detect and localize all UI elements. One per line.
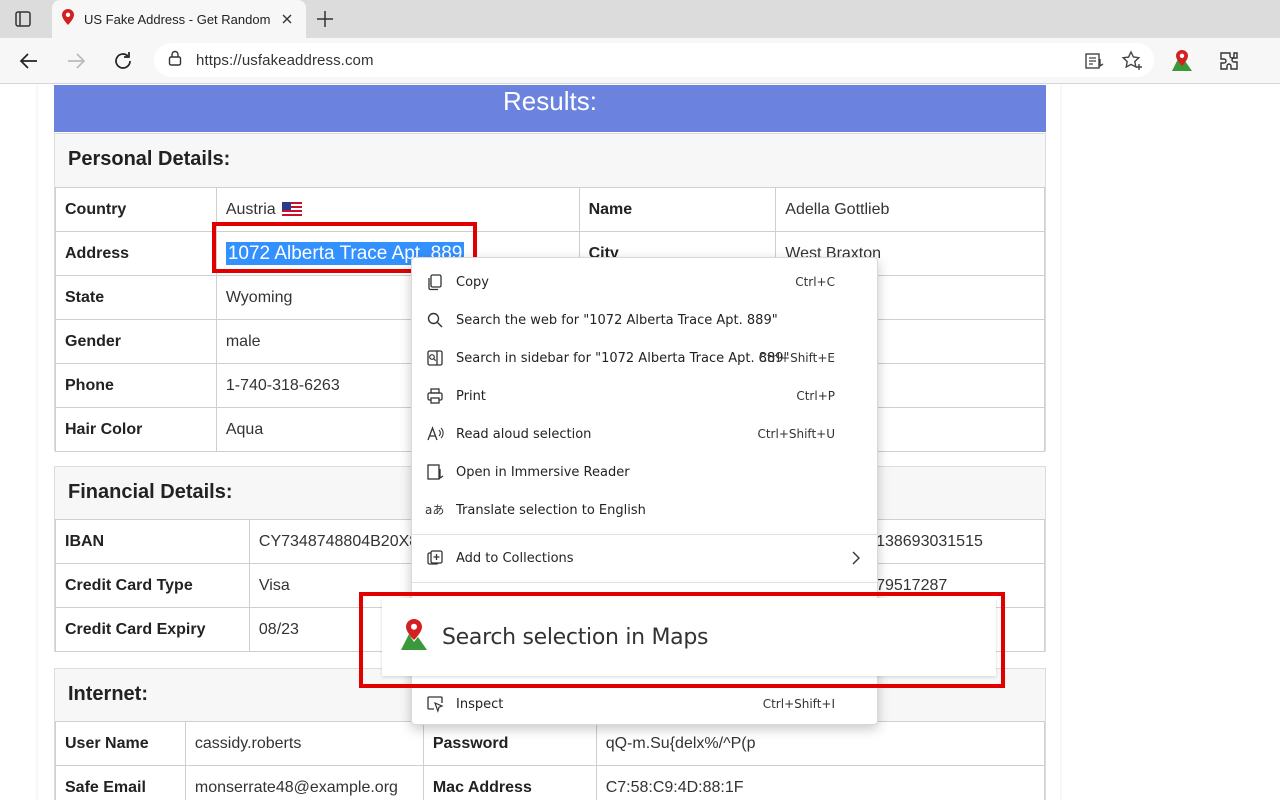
menu-item-read-aloud[interactable]: Read aloud selection Ctrl+Shift+U [412, 416, 877, 452]
credit-card-expiry-label: Credit Card Expiry [55, 607, 250, 652]
maps-pin-icon [400, 618, 428, 657]
browser-tab[interactable]: US Fake Address - Get Random Address [52, 0, 306, 38]
user-name-value[interactable]: cassidy.roberts [184, 721, 424, 766]
copy-icon [425, 272, 445, 292]
more-menu-icon[interactable] [1264, 48, 1280, 74]
collections-icon [425, 548, 445, 568]
favorites-icon[interactable] [1119, 48, 1145, 74]
maps-extension-icon[interactable] [1169, 48, 1195, 74]
menu-item-search-web[interactable]: Search the web for "1072 Alberta Trace A… [412, 302, 877, 338]
tab-title: US Fake Address - Get Random Address [84, 11, 272, 27]
country-value[interactable]: Austria [215, 187, 580, 232]
refresh-icon[interactable] [110, 48, 136, 74]
translate-icon: aあ [425, 500, 445, 520]
new-tab-icon[interactable] [314, 8, 336, 30]
iban-label: IBAN [55, 519, 250, 564]
svg-text:aあ: aあ [425, 503, 444, 517]
user-name-label: User Name [55, 721, 186, 766]
table-cell[interactable]: 138693031515 [866, 519, 1045, 564]
password-value[interactable]: qQ-m.Su{delx%/^P(p [595, 721, 1046, 766]
menu-item-search-sidebar[interactable]: Search in sidebar for "1072 Alberta Trac… [412, 340, 877, 376]
menu-item-inspect[interactable]: Inspect Ctrl+Shift+I [412, 686, 877, 722]
address-bar[interactable]: https://usfakeaddress.com [154, 43, 1154, 77]
menu-item-add-to-collections[interactable]: Add to Collections [412, 540, 877, 576]
immersive-reader-icon [425, 462, 445, 482]
url-text[interactable]: https://usfakeaddress.com [196, 52, 374, 69]
maps-item-label: Search selection in Maps [442, 624, 709, 650]
menu-item-translate[interactable]: aあ Translate selection to English [412, 492, 877, 528]
table-row: Safe Email monserrate48@example.org Mac … [55, 765, 1046, 800]
financial-details-title: Financial Details: [68, 481, 233, 503]
tab-actions-icon[interactable] [14, 10, 32, 28]
internet-table: User Name cassidy.roberts Password qQ-m.… [55, 721, 1046, 800]
sidebar-search-icon [425, 348, 445, 368]
password-label: Password [422, 721, 597, 766]
menu-item-search-in-maps[interactable]: Search selection in Maps [382, 598, 996, 676]
back-icon[interactable] [16, 48, 42, 74]
gender-label: Gender [55, 319, 217, 364]
menu-item-immersive-reader[interactable]: Open in Immersive Reader [412, 454, 877, 490]
table-row: User Name cassidy.roberts Password qQ-m.… [55, 721, 1046, 766]
browser-toolbar: https://usfakeaddress.com [0, 38, 1280, 84]
credit-card-type-label: Credit Card Type [55, 563, 250, 608]
print-icon [425, 386, 445, 406]
results-heading: Results: [54, 85, 1046, 132]
menu-separator [412, 582, 877, 583]
inspect-icon [425, 694, 445, 714]
mac-address-value[interactable]: C7:58:C9:4D:88:1F [595, 765, 1046, 800]
address-label: Address [55, 231, 217, 276]
lock-icon[interactable] [168, 50, 182, 71]
close-tab-icon[interactable] [278, 10, 296, 28]
mac-address-label: Mac Address [422, 765, 597, 800]
menu-item-copy[interactable]: Copy Ctrl+C [412, 264, 877, 300]
extensions-icon[interactable] [1216, 48, 1242, 74]
tab-strip: US Fake Address - Get Random Address [0, 0, 1280, 38]
search-icon [425, 310, 445, 330]
pin-favicon-icon [62, 8, 74, 30]
state-label: State [55, 275, 217, 320]
chevron-right-icon [851, 550, 861, 570]
us-flag-icon [281, 201, 302, 216]
menu-item-print[interactable]: Print Ctrl+P [412, 378, 877, 414]
name-label: Name [578, 187, 777, 232]
read-aloud-icon [425, 424, 445, 444]
name-value[interactable]: Adella Gottlieb [775, 187, 1045, 232]
personal-details-title: Personal Details: [68, 148, 231, 170]
safe-email-value[interactable]: monserrate48@example.org [184, 765, 424, 800]
table-row: Country Austria Name Adella Gottlieb [55, 187, 1045, 232]
reader-view-icon[interactable] [1081, 48, 1107, 74]
phone-label: Phone [55, 363, 217, 408]
menu-separator [412, 534, 877, 535]
safe-email-label: Safe Email [55, 765, 186, 800]
hair-color-label: Hair Color [55, 407, 217, 452]
forward-icon[interactable] [63, 48, 89, 74]
country-label: Country [55, 187, 217, 232]
internet-title: Internet: [68, 683, 148, 705]
